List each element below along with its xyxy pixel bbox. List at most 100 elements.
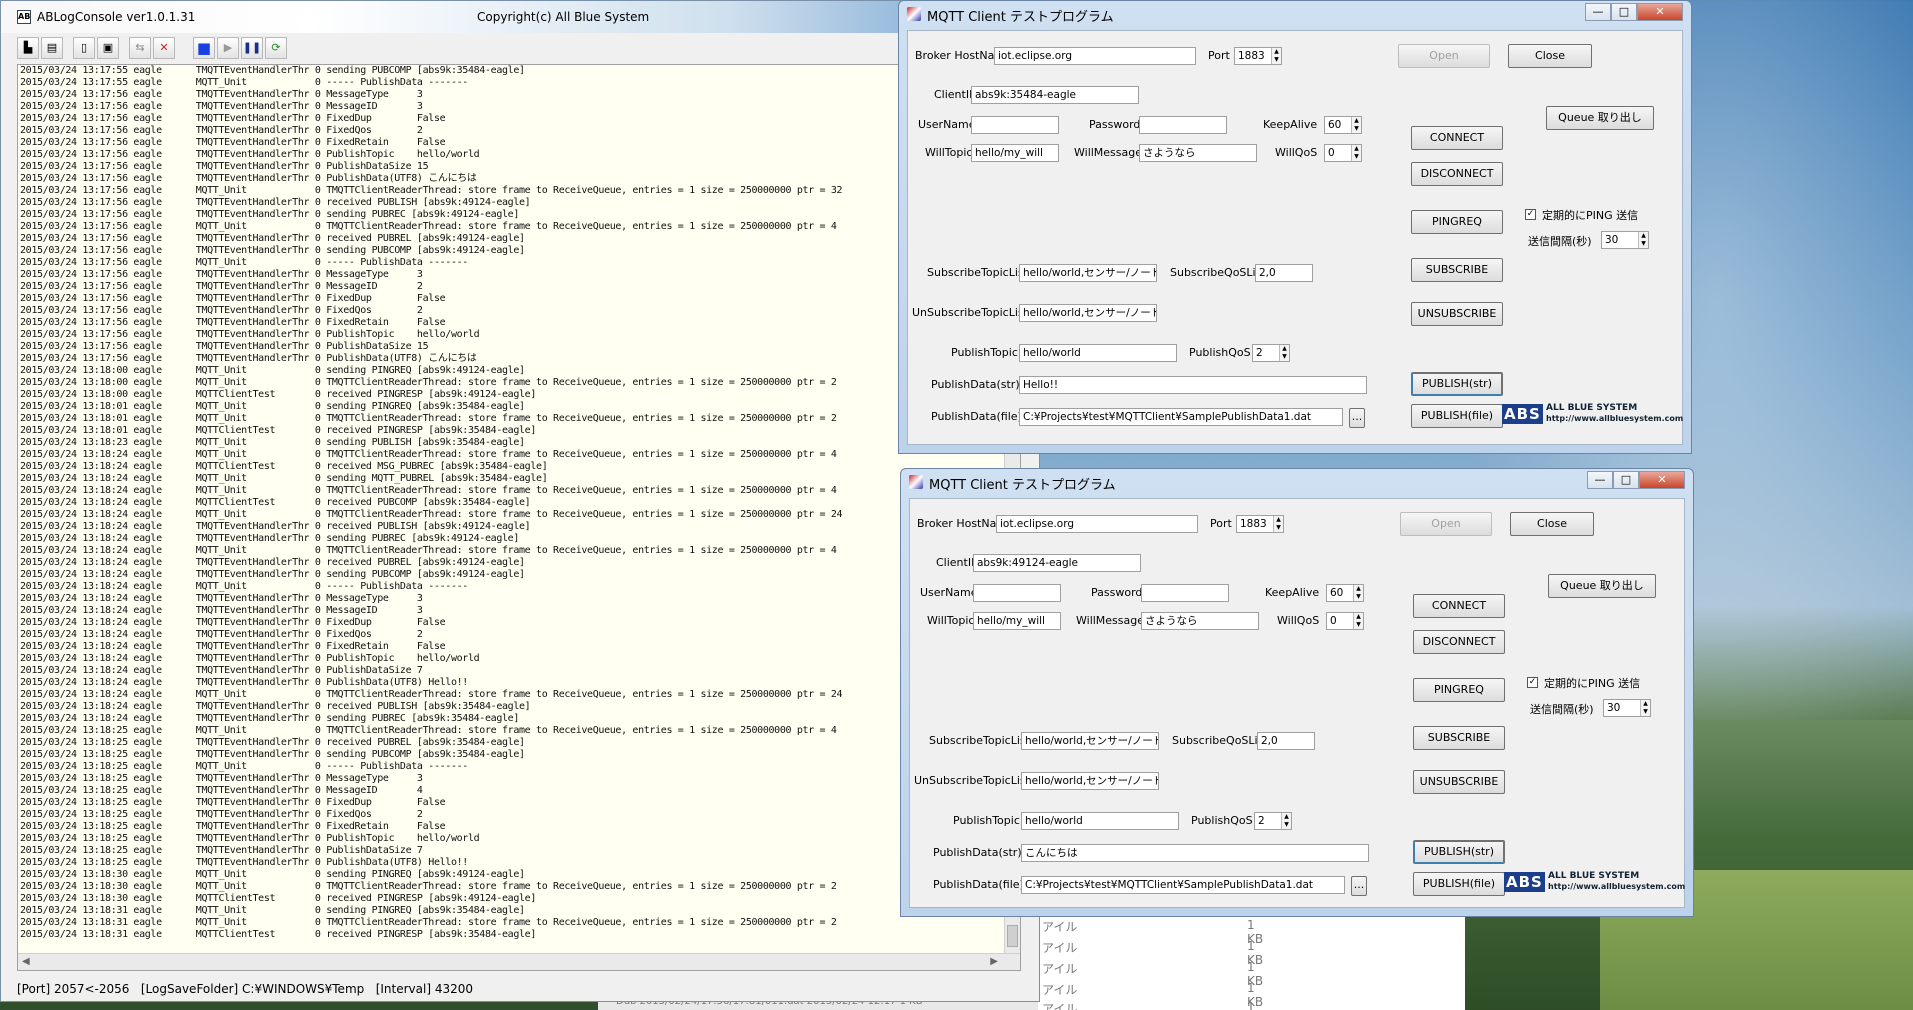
pause-icon[interactable]: ❚❚ bbox=[241, 37, 263, 59]
port-spinner[interactable]: 1883 ▲ ▼ bbox=[1236, 515, 1284, 533]
publish-str-input[interactable]: こんにちは bbox=[1021, 844, 1369, 862]
close-window-button[interactable]: ✕ bbox=[1637, 3, 1683, 21]
close-button[interactable]: Close bbox=[1510, 512, 1594, 536]
unsubscribe-button[interactable]: UNSUBSCRIBE bbox=[1411, 302, 1503, 326]
minimize-button[interactable]: — bbox=[1585, 3, 1611, 21]
spin-arrows-icon[interactable]: ▲ ▼ bbox=[1351, 145, 1361, 161]
pingreq-button[interactable]: PINGREQ bbox=[1411, 210, 1503, 234]
disconnect-icon[interactable]: ✕ bbox=[153, 37, 175, 59]
scroll-left-icon[interactable]: ◀ bbox=[22, 956, 30, 967]
page-icon[interactable]: ▯ bbox=[73, 37, 95, 59]
subscribe-topic-list-input[interactable]: hello/world,センサー/ノード1 bbox=[1021, 732, 1159, 750]
publish-qos-spinner[interactable]: 2 ▲ ▼ bbox=[1254, 812, 1292, 830]
broker-host-input[interactable]: iot.eclipse.org bbox=[996, 515, 1198, 533]
spin-arrows-icon[interactable]: ▲ ▼ bbox=[1279, 345, 1289, 361]
subscribe-topic-list-input[interactable]: hello/world,センサー/ノード1 bbox=[1019, 264, 1157, 282]
client-id-input[interactable]: abs9k:49124-eagle bbox=[973, 554, 1141, 572]
will-qos-spinner[interactable]: 0 ▲ ▼ bbox=[1324, 144, 1362, 162]
unsubscribe-topic-list-input[interactable]: hello/world,センサー/ノード1 bbox=[1019, 304, 1157, 322]
spin-arrows-icon[interactable]: ▲ ▼ bbox=[1638, 232, 1648, 248]
subscribe-button[interactable]: SUBSCRIBE bbox=[1413, 726, 1505, 750]
open-icon[interactable]: ▙ bbox=[17, 37, 39, 59]
explorer-row[interactable]: アイル1 KB bbox=[1042, 939, 1263, 967]
log-line: 2015/03/24 13:17:56 eagle TMQTTEventHand… bbox=[20, 353, 477, 364]
disconnect-button[interactable]: DISCONNECT bbox=[1411, 162, 1503, 186]
close-window-button[interactable]: ✕ bbox=[1639, 471, 1685, 489]
will-message-input[interactable]: さようなら bbox=[1139, 144, 1257, 162]
open-button[interactable]: Open bbox=[1400, 512, 1492, 536]
keepalive-spinner[interactable]: 60 ▲ ▼ bbox=[1324, 116, 1362, 134]
client-id-input[interactable]: abs9k:35484-eagle bbox=[971, 86, 1139, 104]
spin-arrows-icon[interactable]: ▲ ▼ bbox=[1353, 613, 1363, 629]
publish-file-input[interactable]: C:¥Projects¥test¥MQTTClient¥SamplePublis… bbox=[1019, 408, 1343, 426]
will-qos-label: WillQoS bbox=[1275, 146, 1318, 159]
publish-topic-input[interactable]: hello/world bbox=[1019, 344, 1177, 362]
spin-arrows-icon[interactable]: ▲ ▼ bbox=[1640, 700, 1650, 716]
explorer-row[interactable]: アイル1 KB bbox=[1042, 918, 1263, 946]
ping-checkbox[interactable]: ✓ bbox=[1525, 209, 1536, 220]
password-input[interactable] bbox=[1139, 116, 1227, 134]
spin-arrows-icon[interactable]: ▲ ▼ bbox=[1273, 516, 1283, 532]
explorer-row[interactable]: アイル1 KB bbox=[1042, 981, 1263, 1009]
connect-button[interactable]: CONNECT bbox=[1413, 594, 1505, 618]
publish-qos-spinner[interactable]: 2 ▲ ▼ bbox=[1252, 344, 1290, 362]
username-input[interactable] bbox=[973, 584, 1061, 602]
publish-file-button[interactable]: PUBLISH(file) bbox=[1413, 872, 1505, 896]
ping-checkbox[interactable]: ✓ bbox=[1527, 677, 1538, 688]
subscribe-qos-list-input[interactable]: 2,0 bbox=[1257, 732, 1315, 750]
explorer-row[interactable]: アイル1 KB bbox=[1042, 960, 1263, 988]
browse-file-button[interactable]: ... bbox=[1351, 876, 1367, 896]
username-input[interactable] bbox=[971, 116, 1059, 134]
publish-file-button[interactable]: PUBLISH(file) bbox=[1411, 404, 1503, 428]
unsubscribe-topic-list-input[interactable]: hello/world,センサー/ノード1 bbox=[1021, 772, 1159, 790]
log-line: 2015/03/24 13:17:56 eagle TMQTTEventHand… bbox=[20, 281, 423, 292]
refresh-icon[interactable]: ⟳ bbox=[265, 37, 287, 59]
maximize-button[interactable]: □ bbox=[1613, 471, 1639, 489]
queue-button[interactable]: Queue 取り出し bbox=[1546, 106, 1654, 130]
open-folder-icon[interactable]: ▤ bbox=[41, 37, 63, 59]
interval-spinner[interactable]: 30 ▲ ▼ bbox=[1603, 699, 1651, 717]
password-input[interactable] bbox=[1141, 584, 1229, 602]
stop-icon[interactable]: ■ bbox=[193, 37, 215, 59]
save-icon[interactable]: ▣ bbox=[97, 37, 119, 59]
play-icon[interactable]: ▶ bbox=[217, 37, 239, 59]
disconnect-button[interactable]: DISCONNECT bbox=[1413, 630, 1505, 654]
publish-topic-input[interactable]: hello/world bbox=[1021, 812, 1179, 830]
minimize-button[interactable]: — bbox=[1587, 471, 1613, 489]
log-output[interactable]: 2015/03/24 13:17:55 eagle TMQTTEventHand… bbox=[17, 64, 1021, 971]
spin-arrows-icon[interactable]: ▲ ▼ bbox=[1353, 585, 1363, 601]
log-console-titlebar[interactable]: AB ABLogConsole ver1.0.1.31 Copyright(c)… bbox=[1, 1, 1039, 33]
scroll-thumb[interactable] bbox=[1007, 925, 1018, 947]
publish-str-input[interactable]: Hello!! bbox=[1019, 376, 1367, 394]
log-line: 2015/03/24 13:18:24 eagle TMQTTEventHand… bbox=[20, 629, 423, 640]
scroll-right-icon[interactable]: ▶ bbox=[990, 956, 998, 967]
publish-str-button[interactable]: PUBLISH(str) bbox=[1411, 372, 1503, 396]
browse-file-button[interactable]: ... bbox=[1349, 408, 1365, 428]
spin-arrows-icon[interactable]: ▲ ▼ bbox=[1351, 117, 1361, 133]
keepalive-spinner[interactable]: 60 ▲ ▼ bbox=[1326, 584, 1364, 602]
spin-arrows-icon[interactable]: ▲ ▼ bbox=[1281, 813, 1291, 829]
spin-arrows-icon[interactable]: ▲ ▼ bbox=[1271, 48, 1281, 64]
connect-icon[interactable]: ⇆ bbox=[129, 37, 151, 59]
unsubscribe-button[interactable]: UNSUBSCRIBE bbox=[1413, 770, 1505, 794]
explorer-row[interactable]: アイル1 KB bbox=[1042, 1000, 1255, 1010]
will-message-input[interactable]: さようなら bbox=[1141, 612, 1259, 630]
publish-file-input[interactable]: C:¥Projects¥test¥MQTTClient¥SamplePublis… bbox=[1021, 876, 1345, 894]
keepalive-label: KeepAlive bbox=[1265, 586, 1320, 599]
subscribe-button[interactable]: SUBSCRIBE bbox=[1411, 258, 1503, 282]
interval-spinner[interactable]: 30 ▲ ▼ bbox=[1601, 231, 1649, 249]
pingreq-button[interactable]: PINGREQ bbox=[1413, 678, 1505, 702]
connect-button[interactable]: CONNECT bbox=[1411, 126, 1503, 150]
port-spinner[interactable]: 1883 ▲ ▼ bbox=[1234, 47, 1282, 65]
subscribe-qos-list-input[interactable]: 2,0 bbox=[1255, 264, 1313, 282]
maximize-button[interactable]: □ bbox=[1611, 3, 1637, 21]
horizontal-scrollbar[interactable]: ◀ ▶ bbox=[18, 953, 1020, 970]
will-qos-spinner[interactable]: 0 ▲ ▼ bbox=[1326, 612, 1364, 630]
publish-str-button[interactable]: PUBLISH(str) bbox=[1413, 840, 1505, 864]
open-button[interactable]: Open bbox=[1398, 44, 1490, 68]
broker-host-input[interactable]: iot.eclipse.org bbox=[994, 47, 1196, 65]
queue-button[interactable]: Queue 取り出し bbox=[1548, 574, 1656, 598]
will-topic-input[interactable]: hello/my_will bbox=[973, 612, 1061, 630]
close-button[interactable]: Close bbox=[1508, 44, 1592, 68]
will-topic-input[interactable]: hello/my_will bbox=[971, 144, 1059, 162]
